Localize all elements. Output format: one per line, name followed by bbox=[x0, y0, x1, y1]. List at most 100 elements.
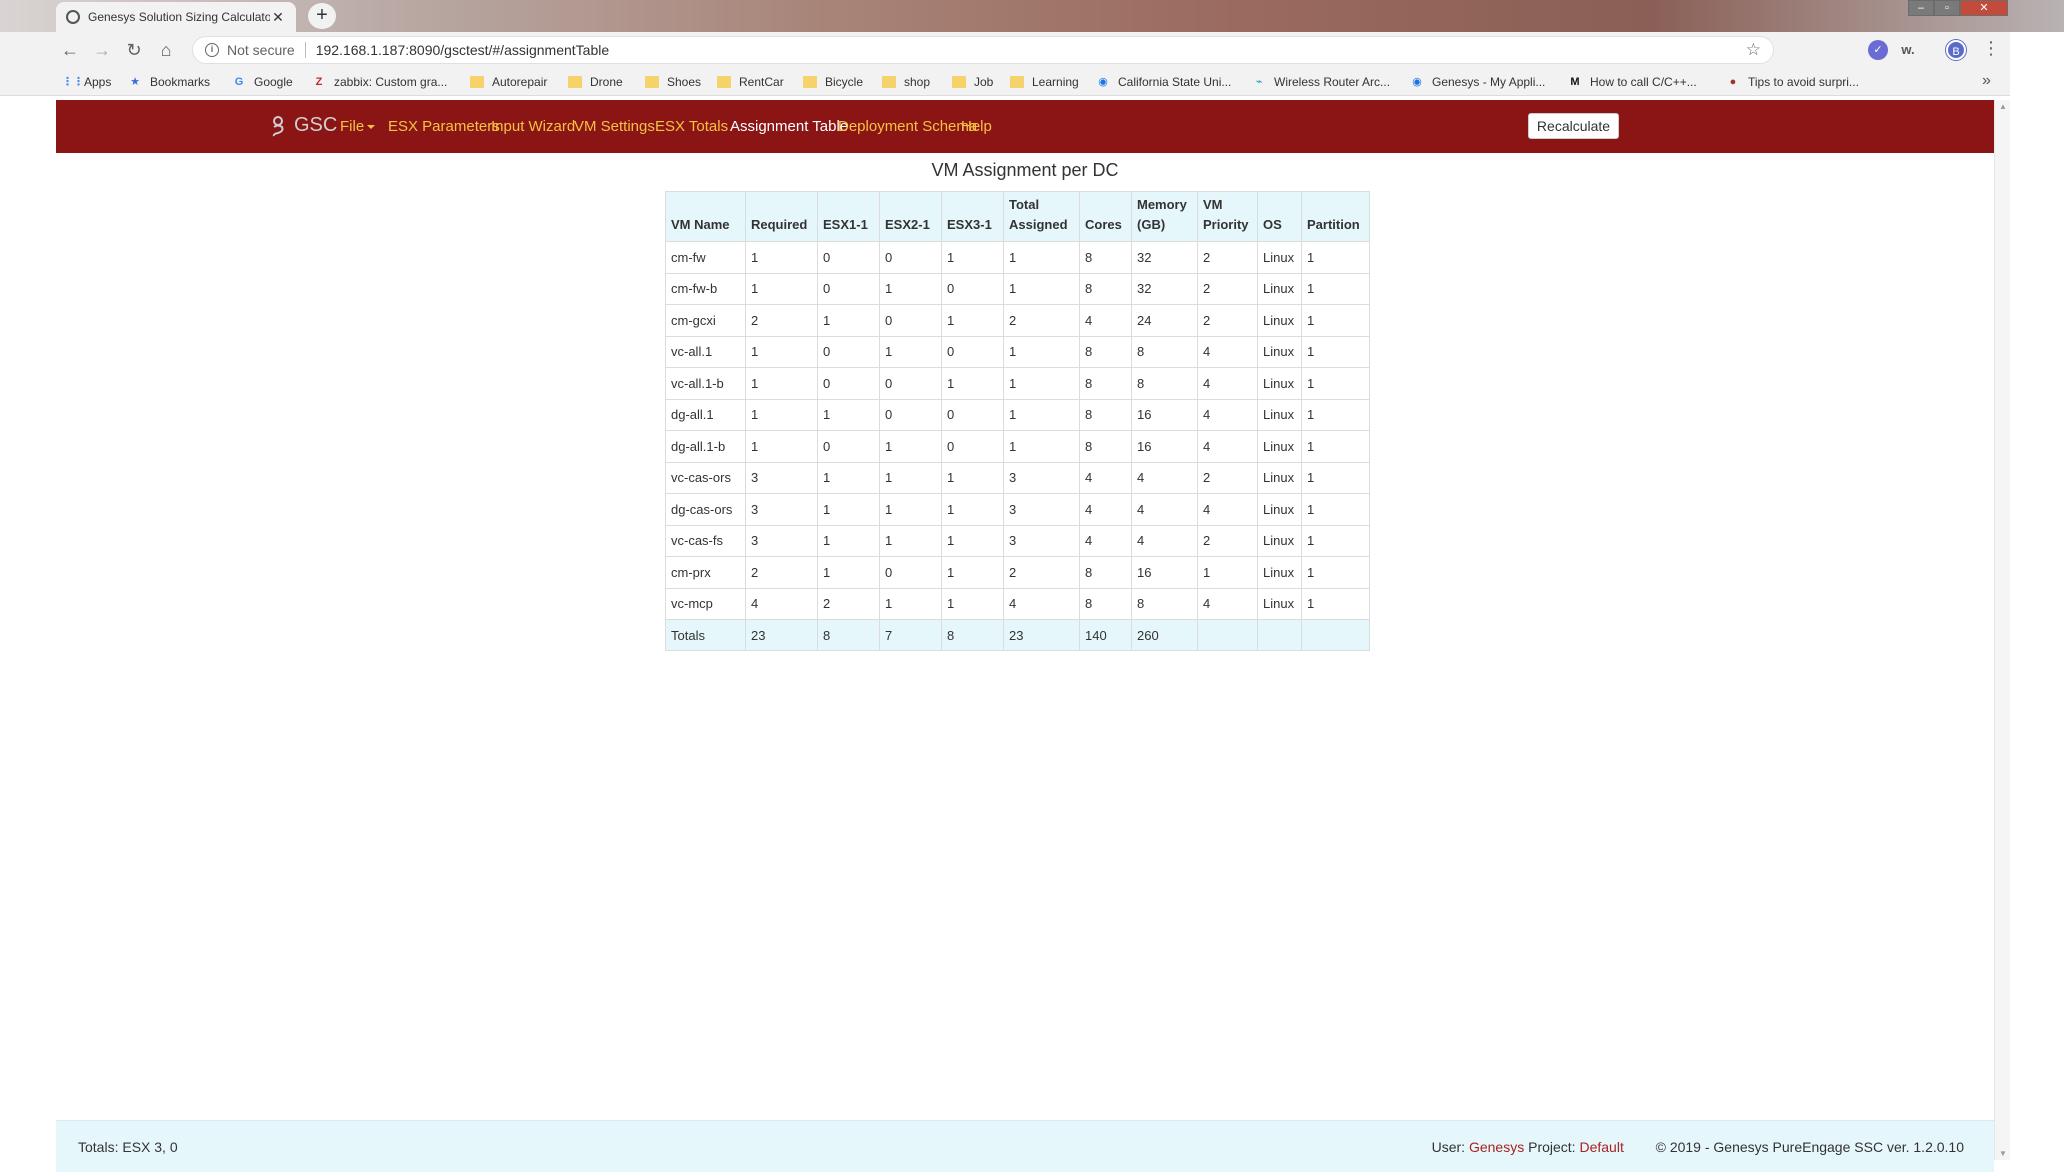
table-cell: Linux bbox=[1257, 556, 1302, 589]
bookmark-label: Google bbox=[254, 75, 293, 89]
close-tab-icon[interactable]: ✕ bbox=[270, 9, 286, 26]
bookmark-item[interactable]: M How to call C/C++... bbox=[1568, 74, 1696, 90]
page-title: VM Assignment per DC bbox=[931, 160, 1119, 180]
table-cell: 1 bbox=[879, 461, 942, 494]
table-row: dg-cas-ors 3 1 1 1 3 4 4 4 Linux 1 bbox=[665, 493, 1370, 526]
extension-w-icon[interactable]: w. bbox=[1898, 40, 1918, 60]
table-cell: 1 bbox=[879, 524, 942, 557]
table-cell: 1 bbox=[1197, 556, 1258, 589]
recalculate-button[interactable]: Recalculate bbox=[1528, 113, 1619, 139]
bookmark-label: RentCar bbox=[739, 75, 784, 89]
nav-help[interactable]: Help bbox=[961, 118, 992, 135]
window-close-button[interactable]: ✕ bbox=[1960, 0, 2008, 16]
nav-vm-settings[interactable]: VM Settings bbox=[574, 118, 655, 135]
table-cell: 8 bbox=[1079, 587, 1132, 620]
info-icon[interactable]: i bbox=[205, 43, 219, 57]
bookmark-item[interactable]: Zzabbix: Custom gra... bbox=[312, 74, 448, 90]
table-cell: Linux bbox=[1257, 335, 1302, 368]
new-tab-button[interactable]: + bbox=[308, 3, 336, 29]
table-cell: 8 bbox=[1079, 430, 1132, 463]
bookmark-item[interactable]: Autorepair bbox=[470, 74, 547, 90]
bookmark-item[interactable]: ● Tips to avoid surpri... bbox=[1726, 74, 1859, 90]
browser-menu-icon[interactable]: ⋮ bbox=[1982, 38, 2000, 59]
table-cell: cm-fw bbox=[665, 241, 746, 274]
bookmark-item[interactable]: shop bbox=[882, 74, 930, 90]
project-label: Project: bbox=[1528, 1139, 1576, 1155]
bookmark-item[interactable]: ⋮⋮ Apps bbox=[62, 74, 111, 90]
app-navbar: GSC File ESX Parameters Input Wizard VM … bbox=[56, 100, 1994, 153]
scroll-up-icon[interactable]: ▲ bbox=[1999, 102, 2007, 111]
bookmark-item[interactable]: G Google bbox=[232, 74, 293, 90]
table-cell: 4 bbox=[1131, 524, 1198, 557]
user-link[interactable]: Genesys bbox=[1469, 1139, 1524, 1155]
bookmark-item[interactable]: Shoes bbox=[645, 74, 701, 90]
window-maximize-button[interactable]: ▫ bbox=[1934, 0, 1960, 16]
column-header: VM Name bbox=[665, 191, 746, 242]
table-cell: 1 bbox=[941, 461, 1004, 494]
table-cell: 0 bbox=[879, 304, 942, 337]
table-cell: 0 bbox=[879, 398, 942, 431]
vertical-scrollbar[interactable]: ▲ ▼ bbox=[1994, 100, 2010, 1160]
totals-cell: 8 bbox=[817, 619, 880, 651]
table-cell: 32 bbox=[1131, 241, 1198, 274]
url-text[interactable]: 192.168.1.187:8090/gsctest/#/assignmentT… bbox=[316, 42, 609, 58]
table-cell: 4 bbox=[1197, 493, 1258, 526]
scroll-down-icon[interactable]: ▼ bbox=[1999, 1149, 2007, 1158]
bookmark-label: Shoes bbox=[667, 75, 702, 89]
footer-totals: Totals: ESX 3, 0 bbox=[78, 1139, 178, 1155]
bookmark-star-icon[interactable]: ☆ bbox=[1746, 40, 1761, 60]
bookmark-item[interactable]: ⌁ Wireless Router Arc... bbox=[1252, 74, 1390, 90]
table-cell: Linux bbox=[1257, 524, 1302, 557]
folder-icon bbox=[568, 76, 582, 88]
table-cell: 4 bbox=[1197, 367, 1258, 400]
table-cell: 2 bbox=[1197, 304, 1258, 337]
back-arrow-icon[interactable]: ← bbox=[58, 38, 82, 62]
bookmark-item[interactable]: Drone bbox=[568, 74, 623, 90]
table-cell: 1 bbox=[879, 493, 942, 526]
table-cell: 1 bbox=[941, 304, 1004, 337]
bookmark-item[interactable]: Learning bbox=[1010, 74, 1079, 90]
not-secure-label: Not secure bbox=[227, 42, 295, 58]
nav-input-wizard[interactable]: Input Wizard bbox=[491, 118, 575, 135]
nav-deployment-schema[interactable]: Deployment Schema bbox=[838, 118, 977, 135]
bookmark-item[interactable]: ◉ Genesys - My Appli... bbox=[1410, 74, 1545, 90]
forward-arrow-icon[interactable]: → bbox=[90, 38, 114, 62]
address-bar[interactable]: i Not secure 192.168.1.187:8090/gsctest/… bbox=[192, 36, 1774, 64]
table-cell: Linux bbox=[1257, 272, 1302, 305]
table-cell: 1 bbox=[745, 430, 818, 463]
table-cell: 1 bbox=[817, 524, 880, 557]
bookmark-item[interactable]: RentCar bbox=[717, 74, 784, 90]
folder-icon bbox=[882, 76, 896, 88]
table-cell: 1 bbox=[1301, 304, 1370, 337]
browser-tab[interactable]: Genesys Solution Sizing Calculator ✕ bbox=[56, 2, 296, 32]
table-cell: 2 bbox=[745, 556, 818, 589]
table-cell: 1 bbox=[745, 272, 818, 305]
bookmark-item[interactable]: Job bbox=[952, 74, 993, 90]
bookmark-label: Tips to avoid surpri... bbox=[1748, 75, 1859, 89]
table-cell: 1 bbox=[1301, 493, 1370, 526]
window-minimize-button[interactable]: – bbox=[1908, 0, 1934, 16]
table-cell: 4 bbox=[1003, 587, 1080, 620]
table-cell: 1 bbox=[1301, 461, 1370, 494]
nav-esx-parameters[interactable]: ESX Parameters bbox=[388, 118, 500, 135]
table-row: cm-fw 1 0 0 1 1 8 32 2 Linux 1 bbox=[665, 241, 1370, 274]
bookmark-item[interactable]: ★ Bookmarks bbox=[128, 74, 210, 90]
table-cell: 0 bbox=[817, 367, 880, 400]
project-link[interactable]: Default bbox=[1579, 1139, 1623, 1155]
bookmark-item[interactable]: Bicycle bbox=[803, 74, 863, 90]
home-icon[interactable]: ⌂ bbox=[154, 38, 178, 62]
profile-avatar[interactable]: B bbox=[1946, 40, 1966, 60]
totals-cell: 140 bbox=[1079, 619, 1132, 651]
column-header: ESX3-1 bbox=[941, 191, 1004, 242]
bookmarks-overflow-icon[interactable]: » bbox=[1982, 72, 1991, 90]
table-cell: 2 bbox=[1197, 272, 1258, 305]
column-header: ESX1-1 bbox=[817, 191, 880, 242]
brand[interactable]: GSC bbox=[270, 114, 337, 137]
bookmark-item[interactable]: ◉ California State Uni... bbox=[1096, 74, 1231, 90]
nav-file[interactable]: File bbox=[340, 118, 376, 135]
extension-icon[interactable]: ✓ bbox=[1868, 40, 1888, 60]
nav-assignment-table[interactable]: Assignment Table bbox=[730, 118, 848, 135]
reload-icon[interactable]: ↻ bbox=[122, 38, 146, 62]
table-cell: 4 bbox=[1131, 493, 1198, 526]
nav-esx-totals[interactable]: ESX Totals bbox=[655, 118, 728, 135]
